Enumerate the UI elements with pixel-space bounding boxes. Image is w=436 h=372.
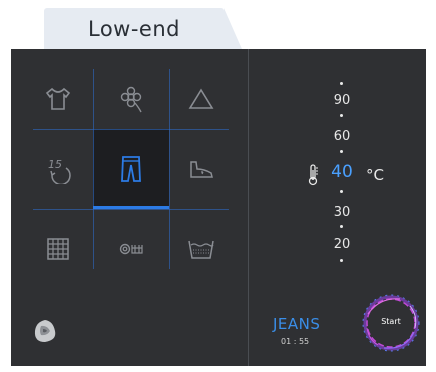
program-time: 01 : 55 xyxy=(281,337,310,346)
program-name: JEANS xyxy=(273,315,321,333)
start-button[interactable]: Start xyxy=(360,292,422,354)
wool-icon xyxy=(119,243,143,255)
temp-dot xyxy=(340,190,343,193)
grid-line xyxy=(93,69,94,269)
temp-option-90[interactable]: 90 xyxy=(322,93,362,108)
brand-logo xyxy=(31,317,59,345)
temp-dot xyxy=(340,225,343,228)
program-wool[interactable] xyxy=(101,219,161,279)
program-sports[interactable] xyxy=(171,139,231,199)
temp-dot xyxy=(340,259,343,262)
program-hand-wash[interactable] xyxy=(171,219,231,279)
program-mixed[interactable] xyxy=(28,219,88,279)
mode-tab-label: Low-end xyxy=(88,17,180,41)
program-shirt[interactable] xyxy=(28,69,88,129)
temp-option-40-selected[interactable]: 40 xyxy=(322,162,362,182)
grid-icon xyxy=(47,238,69,260)
grid-line xyxy=(33,209,229,210)
temp-option-30[interactable]: 30 xyxy=(322,205,362,220)
selected-program-bar xyxy=(93,206,169,209)
panel-divider xyxy=(248,49,249,366)
temp-dot xyxy=(340,150,343,153)
program-jeans[interactable] xyxy=(101,139,161,199)
jeans-icon xyxy=(121,156,141,182)
flower-icon xyxy=(120,86,142,113)
temp-dot xyxy=(340,82,343,85)
temperature-unit: °C xyxy=(366,166,384,184)
basin-icon xyxy=(188,240,214,259)
start-label: Start xyxy=(381,317,401,326)
washer-panel: 15 90 60 40 30 20 °C JEANS 01: 55 Start xyxy=(11,49,426,366)
program-synthetics[interactable] xyxy=(171,69,231,129)
grid-line xyxy=(33,129,229,130)
brand-logo-icon xyxy=(34,320,56,342)
quick-15-icon: 15 xyxy=(48,158,71,184)
triangle-icon xyxy=(188,88,214,109)
sneaker-icon xyxy=(190,161,213,178)
grid-line xyxy=(169,69,170,269)
shirt-icon xyxy=(45,87,71,110)
temp-option-20[interactable]: 20 xyxy=(322,237,362,252)
mode-tab[interactable]: Low-end xyxy=(44,8,242,49)
temp-option-60[interactable]: 60 xyxy=(322,129,362,144)
thermometer-icon xyxy=(307,164,319,186)
svg-text:15: 15 xyxy=(48,158,62,171)
temp-dot xyxy=(340,114,343,117)
program-quick-15[interactable]: 15 xyxy=(28,139,88,199)
program-delicates[interactable] xyxy=(101,69,161,129)
